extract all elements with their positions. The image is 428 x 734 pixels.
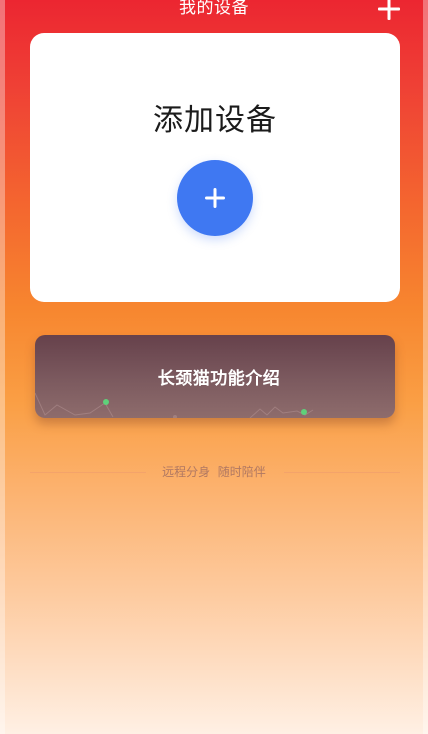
add-device-title: 添加设备 (153, 103, 277, 138)
feature-intro-title: 长颈猫功能介绍 (157, 369, 281, 389)
plus-icon (378, 0, 400, 20)
add-device-button[interactable] (177, 160, 253, 236)
header-add-button[interactable] (376, 0, 402, 22)
divider-right (284, 472, 400, 473)
page-title: 我的设备 (179, 0, 249, 18)
device-screen: 我的设备 添加设备 长颈猫功能介绍 远程分身 随时陪伴 (0, 0, 428, 734)
plus-icon (205, 188, 225, 208)
